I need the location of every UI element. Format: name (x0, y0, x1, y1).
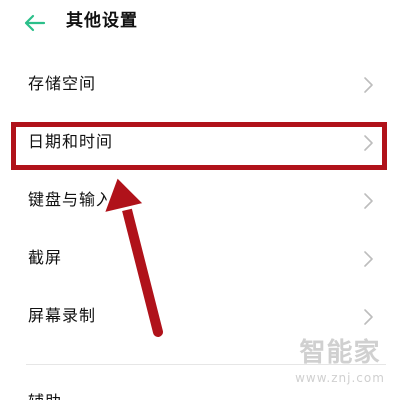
page-title: 其他设置 (66, 11, 138, 31)
chevron-right-icon (362, 192, 374, 210)
settings-item-keyboard-input[interactable]: 键盘与输入法 (0, 171, 400, 229)
watermark: 智能家 www.znj.com (288, 336, 392, 396)
settings-item-storage[interactable]: 存储空间 (0, 55, 400, 113)
chevron-right-icon (362, 134, 374, 152)
header-bar: 其他设置 (0, 0, 400, 48)
chevron-right-icon (362, 76, 374, 94)
settings-item-label: 键盘与输入法 (28, 190, 131, 209)
back-arrow-icon (24, 14, 46, 32)
settings-item-date-time[interactable]: 日期和时间 (0, 113, 400, 171)
back-button[interactable] (20, 8, 54, 38)
settings-item-label: 截屏 (28, 248, 63, 267)
watermark-url: www.znj.com (295, 371, 385, 385)
chevron-right-icon (362, 250, 374, 268)
settings-item-label: 屏幕录制 (28, 306, 97, 325)
settings-list: 存储空间 日期和时间 键盘与输入法 截屏 屏幕录制 (0, 55, 400, 345)
watermark-logo: 智能家 (299, 338, 381, 368)
settings-item-label: 日期和时间 (28, 132, 114, 151)
settings-item-accessibility[interactable]: 辅助 (28, 390, 62, 400)
settings-item-screenshot[interactable]: 截屏 (0, 229, 400, 287)
settings-item-label: 存储空间 (28, 74, 97, 93)
chevron-right-icon (362, 308, 374, 326)
